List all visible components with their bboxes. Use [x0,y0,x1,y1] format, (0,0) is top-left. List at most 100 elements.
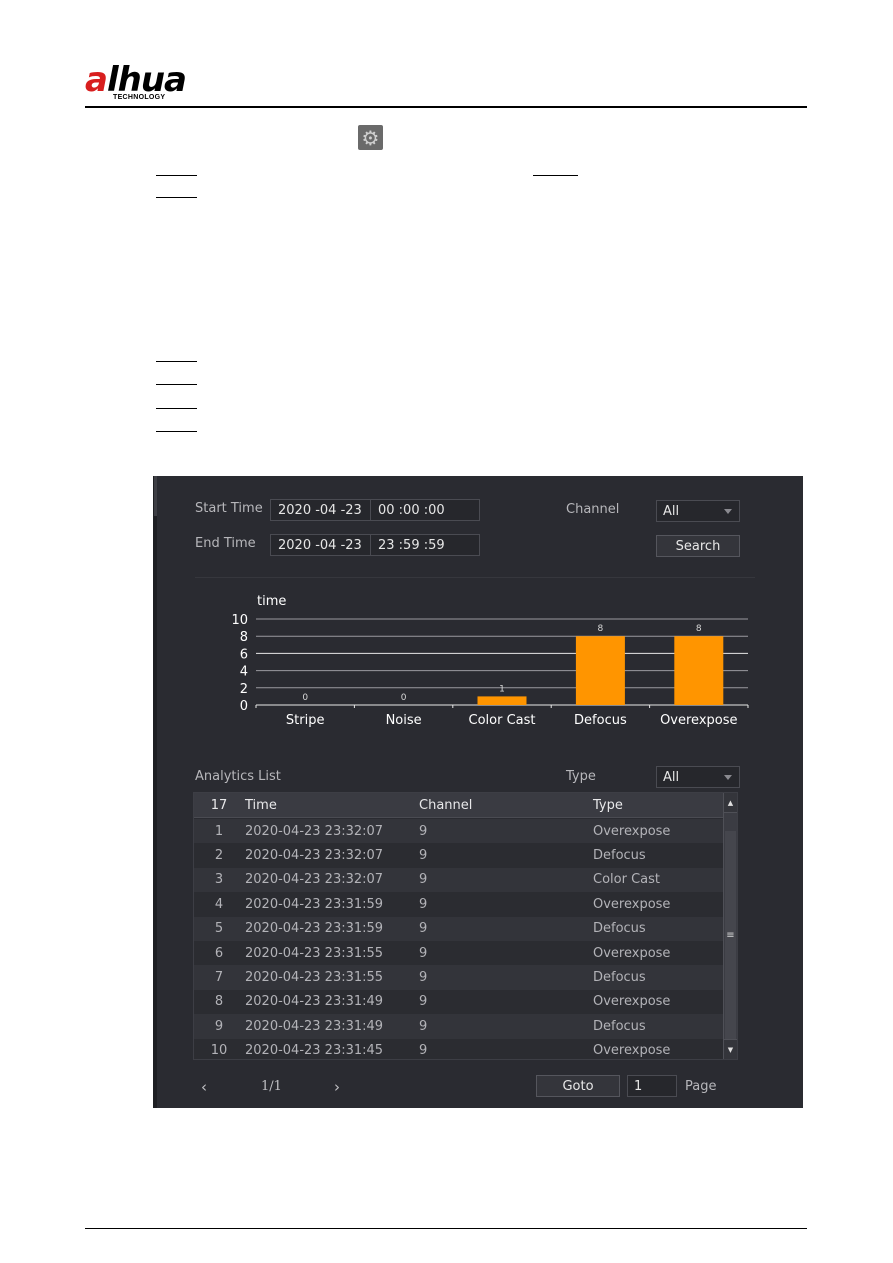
row-type: Overexpose [593,823,671,839]
bar-defocus [575,636,625,705]
table-row[interactable]: 2 2020-04-23 23:32:07 9 Defocus [194,843,724,868]
table-row[interactable]: 10 2020-04-23 23:31:45 9 Overexpose [194,1038,724,1059]
start-clock-input[interactable]: 00 :00 :00 [370,500,479,520]
type-filter-label: Type [566,769,596,784]
row-channel: 9 [419,1018,428,1034]
step-marker [156,175,197,176]
data-label: 8 [696,624,702,634]
page-number-input[interactable]: 1 [627,1075,677,1097]
row-number: 4 [214,896,224,912]
y-tick-label: 2 [240,682,248,697]
row-type: Defocus [593,970,646,986]
row-number: 1 [214,823,224,839]
x-tick-label: Stripe [286,713,325,728]
channel-select-value: All [663,503,680,519]
row-type: Overexpose [593,994,671,1010]
next-page-button[interactable]: › [334,1078,340,1096]
column-type[interactable]: Type [593,793,623,817]
table-scrollbar[interactable]: ▲ ≡ ▼ [723,793,737,1059]
row-channel: 9 [419,970,428,986]
step-marker [156,408,197,409]
bar-overexpose [674,636,724,705]
video-analytics-panel: Start Time 2020 -04 -23 00 :00 :00 End T… [153,476,803,1108]
scroll-thumb[interactable]: ≡ [725,831,736,1039]
table-row[interactable]: 9 2020-04-23 23:31:49 9 Defocus [194,1014,724,1039]
end-time-field[interactable]: 2020 -04 -23 23 :59 :59 [270,534,480,556]
row-type: Defocus [593,1018,646,1034]
row-time: 2020-04-23 23:31:55 [245,970,384,986]
gear-icon: ⚙ [358,125,383,150]
header-divider [85,106,807,108]
end-time-label: End Time [195,536,256,551]
table-row[interactable]: 6 2020-04-23 23:31:55 9 Overexpose [194,941,724,966]
prev-page-button[interactable]: ‹ [201,1078,207,1096]
scroll-down-icon[interactable]: ▼ [724,1039,737,1059]
analytics-table: 17 Time Channel Type 1 2020-04-23 23:32:0… [193,792,738,1060]
row-channel: 9 [419,896,428,912]
row-time: 2020-04-23 23:31:49 [245,1018,384,1034]
end-clock-input[interactable]: 23 :59 :59 [370,535,479,555]
chevron-down-icon [724,775,732,780]
row-time: 2020-04-23 23:32:07 [245,823,384,839]
page-label: Page [685,1079,717,1094]
row-type: Defocus [593,921,646,937]
row-channel: 9 [419,994,428,1010]
start-date-input[interactable]: 2020 -04 -23 [271,500,370,520]
start-time-field[interactable]: 2020 -04 -23 00 :00 :00 [270,499,480,521]
table-row[interactable]: 7 2020-04-23 23:31:55 9 Defocus [194,965,724,990]
channel-select[interactable]: All [656,500,740,522]
row-time: 2020-04-23 23:31:55 [245,945,384,961]
row-number: 9 [214,1018,224,1034]
table-row[interactable]: 4 2020-04-23 23:31:59 9 Overexpose [194,892,724,917]
row-number: 3 [214,872,224,888]
logo-subtitle: TECHNOLOGY [113,94,166,101]
column-time[interactable]: Time [245,793,277,817]
analytics-bar-chart: time 0 2 4 6 8 10 0 0 1 8 8 Stripe Noise Color Cast… [193,588,763,738]
column-channel[interactable]: Channel [419,793,472,817]
start-time-label: Start Time [195,501,263,516]
row-number: 6 [214,945,224,961]
table-row[interactable]: 1 2020-04-23 23:32:07 9 Overexpose [194,819,724,844]
row-channel: 9 [419,848,428,864]
search-button[interactable]: Search [656,535,740,557]
row-channel: 9 [419,945,428,961]
table-row[interactable]: 8 2020-04-23 23:31:49 9 Overexpose [194,989,724,1015]
channel-label: Channel [566,502,620,517]
type-filter-select[interactable]: All [656,766,740,788]
row-type: Overexpose [593,1043,671,1059]
row-time: 2020-04-23 23:32:07 [245,848,384,864]
data-label: 8 [598,624,604,634]
row-channel: 9 [419,823,428,839]
chevron-down-icon [724,509,732,514]
x-tick-label: Defocus [574,713,627,728]
row-number: 7 [214,970,224,986]
data-label: 0 [401,693,407,703]
step-marker [156,361,197,362]
row-number: 5 [214,921,224,937]
row-type: Overexpose [593,945,671,961]
panel-edge-highlight [154,476,157,516]
row-number: 10 [210,1043,228,1059]
y-tick-label: 0 [240,699,248,714]
scroll-up-icon[interactable]: ▲ [724,793,737,813]
data-label: 0 [302,693,308,703]
table-row[interactable]: 5 2020-04-23 23:31:59 9 Defocus [194,916,724,941]
chart-y-title: time [257,594,286,609]
step-marker [156,384,197,385]
goto-button[interactable]: Goto [536,1075,620,1097]
x-tick-label: Noise [386,713,422,728]
column-count: 17 [210,797,228,813]
data-label: 1 [499,684,505,694]
row-channel: 9 [419,921,428,937]
y-tick-label: 8 [240,630,248,645]
x-tick-label: Overexpose [660,713,737,728]
table-row[interactable]: 3 2020-04-23 23:32:07 9 Color Cast [194,867,724,893]
footer-divider [85,1228,807,1229]
row-channel: 9 [419,872,428,888]
x-tick-label: Color Cast [469,713,536,728]
row-time: 2020-04-23 23:32:07 [245,872,384,888]
y-tick-label: 4 [240,665,248,680]
page-indicator: 1/1 [261,1079,282,1094]
end-date-input[interactable]: 2020 -04 -23 [271,535,370,555]
row-type: Overexpose [593,896,671,912]
